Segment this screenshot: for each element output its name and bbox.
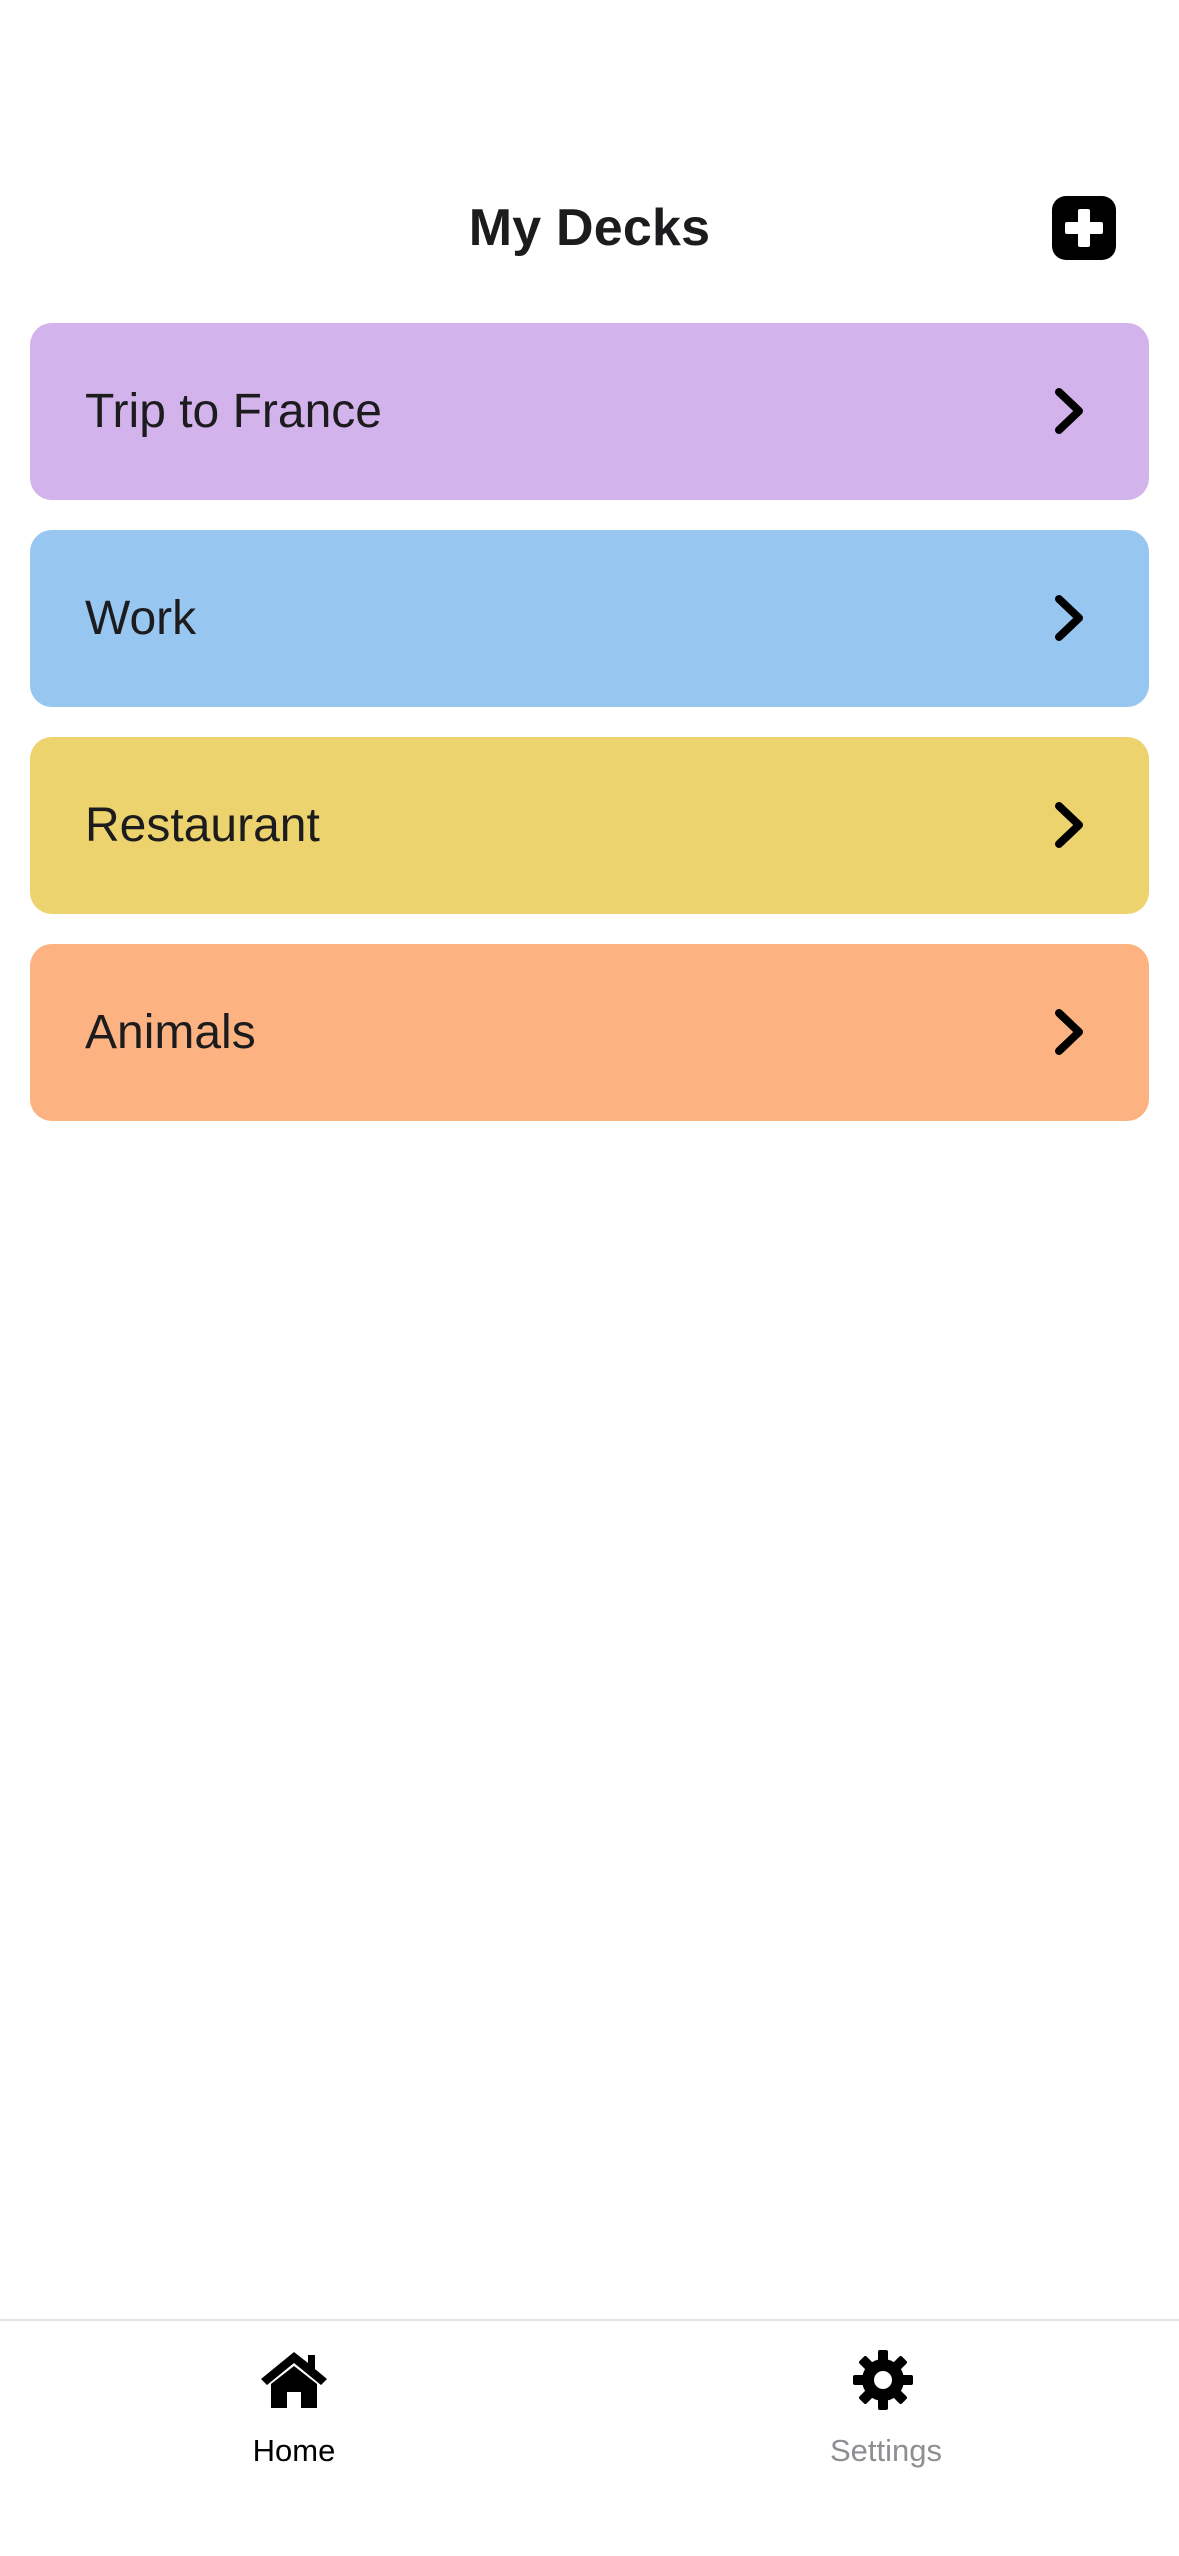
- tab-home[interactable]: Home: [0, 2321, 590, 2481]
- add-deck-button[interactable]: [1052, 196, 1116, 260]
- deck-label: Restaurant: [85, 799, 320, 852]
- chevron-right-icon: [1055, 1009, 1083, 1055]
- chevron-right-icon: [1055, 595, 1083, 641]
- page-title: My Decks: [468, 199, 711, 257]
- tab-label: Home: [252, 2433, 336, 2468]
- deck-list: Trip to France Work Restaurant Animals: [30, 323, 1149, 1151]
- deck-label: Trip to France: [85, 385, 382, 438]
- chevron-right-icon: [1055, 388, 1083, 434]
- deck-item-restaurant[interactable]: Restaurant: [30, 737, 1149, 914]
- home-icon: [261, 2352, 327, 2408]
- deck-label: Work: [85, 592, 197, 645]
- header: My Decks: [0, 170, 1179, 290]
- tab-label: Settings: [829, 2433, 942, 2468]
- deck-item-work[interactable]: Work: [30, 530, 1149, 707]
- deck-item-trip-to-france[interactable]: Trip to France: [30, 323, 1149, 500]
- screen: My Decks Trip to France Work Restaurant …: [0, 0, 1179, 2556]
- deck-item-animals[interactable]: Animals: [30, 944, 1149, 1121]
- tab-settings[interactable]: Settings: [589, 2321, 1179, 2481]
- tab-bar: Home Settings: [0, 2319, 1179, 2556]
- deck-label: Animals: [85, 1006, 256, 1059]
- chevron-right-icon: [1055, 802, 1083, 848]
- gear-icon: [853, 2350, 913, 2410]
